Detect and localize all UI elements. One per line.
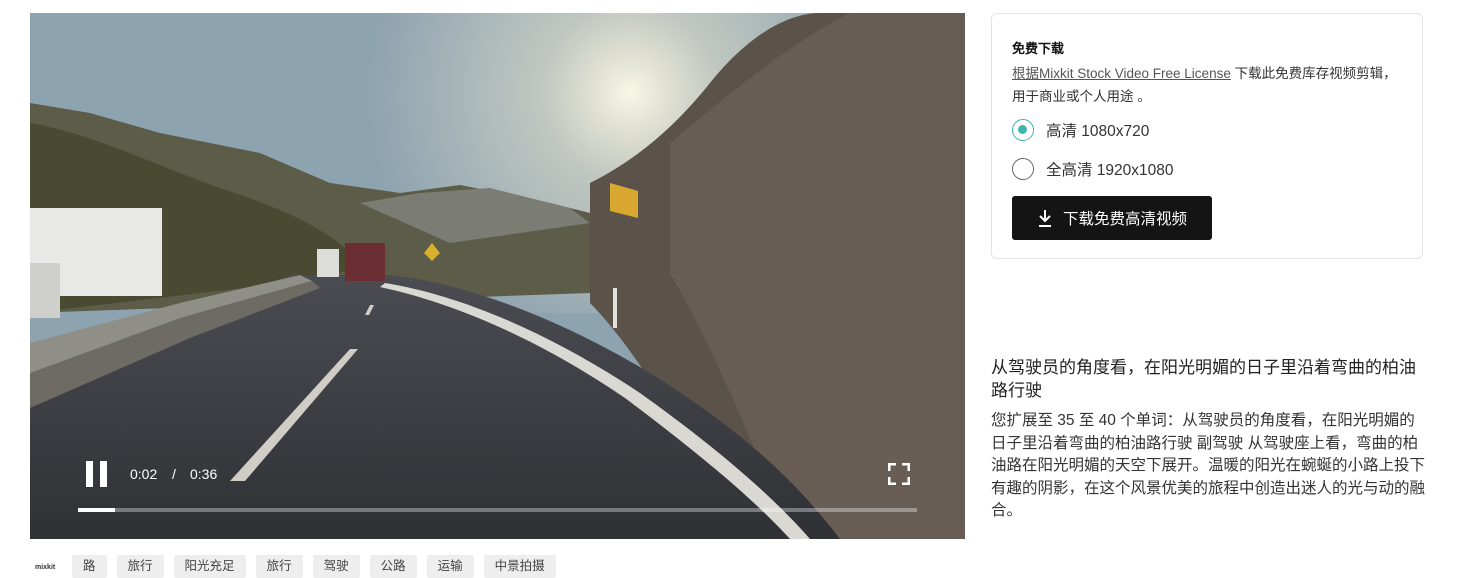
tag-item[interactable]: 中景拍摄 (483, 555, 556, 578)
fullscreen-button[interactable] (887, 462, 911, 486)
download-title: 免费下载 (1012, 41, 1065, 56)
tag-item[interactable]: 旅行 (255, 555, 303, 578)
license-text: 根据Mixkit Stock Video Free License 下载此免费库… (1012, 62, 1402, 108)
download-button[interactable]: 下载免费高清视频 (1012, 196, 1212, 240)
option-full-hd[interactable]: 全高清 1920x1080 (1012, 157, 1174, 181)
pause-button[interactable] (86, 461, 108, 487)
download-icon (1038, 210, 1051, 227)
option-hd-label: 高清 1080x720 (1046, 123, 1150, 140)
download-card: 免费下载 根据Mixkit Stock Video Free License 下… (991, 13, 1423, 259)
radio-full-hd[interactable] (1012, 158, 1034, 180)
progress-fill (78, 508, 115, 512)
tag-item[interactable]: 路 (72, 555, 107, 578)
video-player[interactable]: 0:02 / 0:36 (30, 13, 965, 539)
time-separator: / (172, 466, 176, 482)
tag-item[interactable]: 旅行 (116, 555, 164, 578)
option-hd[interactable]: 高清 1080x720 (1012, 118, 1149, 142)
fullscreen-icon (887, 462, 911, 486)
duration: 0:36 (190, 466, 218, 482)
option-full-hd-label: 全高清 1920x1080 (1046, 162, 1174, 179)
progress-bar[interactable] (78, 508, 917, 512)
tag-item[interactable]: 驾驶 (312, 555, 360, 578)
pause-icon (86, 461, 93, 487)
license-link[interactable]: 根据Mixkit Stock Video Free License (1012, 66, 1231, 81)
video-description: 您扩展至 35 至 40 个单词：从驾驶员的角度看，在阳光明媚的日子里沿着弯曲的… (991, 412, 1426, 519)
tag-list: 路 旅行 阳光充足 旅行 驾驶 公路 运输 中景拍摄 (72, 555, 556, 578)
tag-item[interactable]: 运输 (426, 555, 474, 578)
current-time: 0:02 (130, 466, 158, 482)
video-title: 从驾驶员的角度看，在阳光明媚的日子里沿着弯曲的柏油路行驶 (991, 358, 1416, 400)
tag-item[interactable]: 公路 (369, 555, 417, 578)
brand-logo[interactable]: mixkit (35, 564, 55, 571)
radio-hd[interactable] (1012, 119, 1034, 141)
tag-item[interactable]: 阳光充足 (173, 555, 246, 578)
video-frame (30, 13, 965, 539)
download-button-label: 下载免费高清视频 (1062, 211, 1187, 228)
